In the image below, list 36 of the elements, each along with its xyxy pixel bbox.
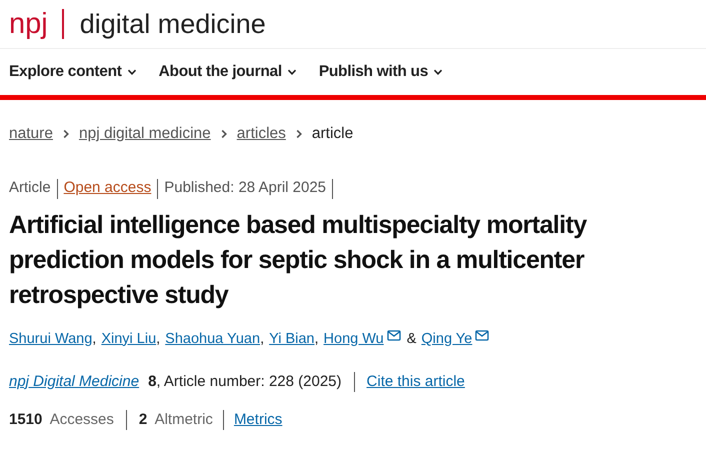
author-separator: , bbox=[156, 330, 160, 349]
author-link[interactable]: Hong Wu bbox=[324, 328, 384, 350]
nav-menu-button[interactable]: Publish with us bbox=[318, 60, 444, 84]
cite-link[interactable]: Cite this article bbox=[366, 370, 465, 393]
breadcrumb-current: article bbox=[312, 124, 354, 144]
article-meta: Article bbox=[9, 178, 51, 198]
volume-number: 8 bbox=[148, 372, 156, 392]
author-link[interactable]: Shurui Wang bbox=[9, 328, 92, 350]
mail-icon[interactable] bbox=[386, 330, 401, 341]
author-separator: & bbox=[406, 330, 416, 349]
journal-link[interactable]: npj Digital Medicine bbox=[9, 370, 140, 393]
article-title: Artificial intelligence based multispecialty mortality prediction models for septic shock in a multicenter retrospective study bbox=[9, 210, 588, 311]
author-link[interactable]: Shaohua Yuan bbox=[165, 328, 260, 350]
mail-icon[interactable] bbox=[475, 330, 490, 341]
breadcrumb-link[interactable]: npj digital medicine bbox=[78, 122, 211, 146]
author-separator: , bbox=[314, 330, 319, 349]
metrics-link[interactable]: Metrics bbox=[234, 409, 282, 432]
journal-title[interactable]: digital medicine bbox=[80, 10, 266, 38]
author-link[interactable]: Qing Ye bbox=[421, 328, 472, 350]
open-access-link[interactable]: Open access bbox=[64, 177, 152, 200]
author-separator: , bbox=[92, 330, 96, 349]
metric-count: 1510 Accesses bbox=[9, 410, 114, 430]
chevron-down-icon bbox=[286, 67, 297, 77]
logo-mark[interactable]: npj bbox=[9, 10, 48, 38]
author-link[interactable]: Yi Bian bbox=[269, 328, 314, 350]
article-meta: Published: 28 April 2025 bbox=[164, 178, 326, 198]
article-number: , Article number: 228 (2025) bbox=[156, 372, 342, 392]
nav-menu-button[interactable]: About the journal bbox=[158, 60, 297, 84]
breadcrumb-link[interactable]: nature bbox=[9, 122, 53, 146]
breadcrumb-link[interactable]: articles bbox=[236, 122, 286, 146]
author-link[interactable]: Xinyi Liu bbox=[101, 328, 156, 350]
chevron-down-icon bbox=[433, 67, 444, 77]
nav-menu-button[interactable]: Explore content bbox=[9, 60, 137, 84]
chevron-down-icon bbox=[126, 67, 137, 77]
author-separator: , bbox=[260, 330, 264, 349]
metric-count: 2 Altmetric bbox=[138, 410, 213, 430]
